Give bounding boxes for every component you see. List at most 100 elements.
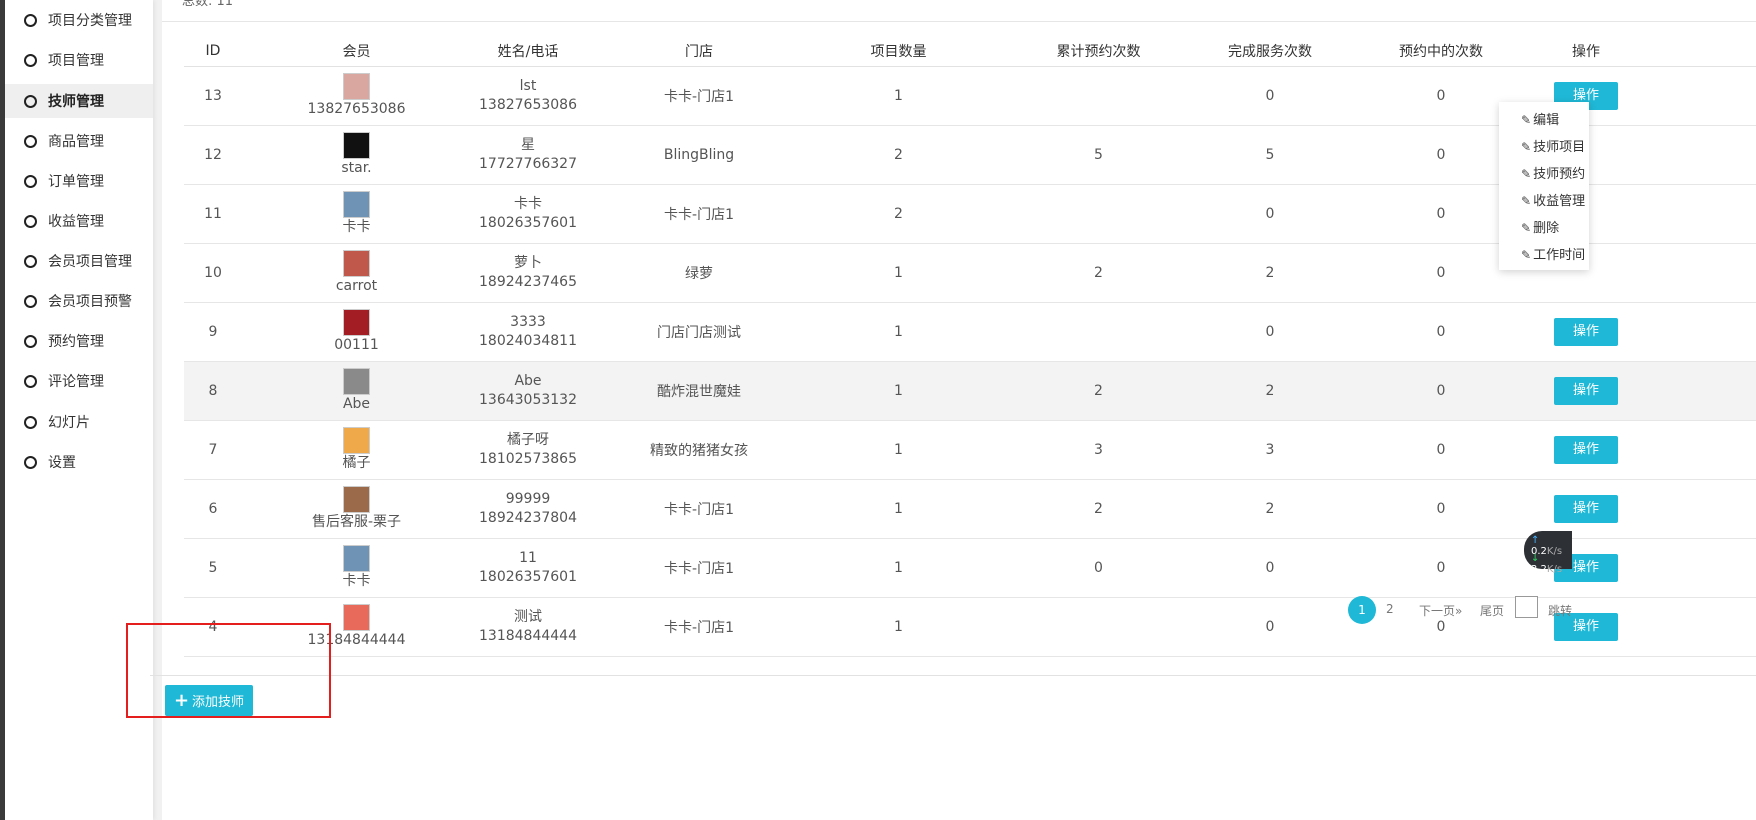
circle-bullet-icon — [24, 53, 37, 67]
cell-id: 11 — [184, 184, 242, 244]
col-header-id: ID — [184, 36, 242, 67]
cell-total-bookings — [984, 597, 1213, 657]
sidebar-item[interactable]: 幻灯片 — [5, 405, 153, 439]
cell-name-phone: 测试 13184844444 — [471, 597, 585, 657]
pagination-page-2[interactable]: 2 — [1386, 602, 1394, 616]
divider — [162, 21, 1756, 22]
member-name: 13827653086 — [307, 101, 406, 117]
network-speed-widget: ↑ 0.2K/s ↓ 2.2K/s — [1524, 531, 1572, 575]
operate-button[interactable]: 操作 — [1554, 377, 1618, 405]
cell-name-phone: 3333 18024034811 — [471, 302, 585, 362]
sidebar-item[interactable]: 会员项目预警 — [5, 284, 153, 318]
sidebar-item[interactable]: 评论管理 — [5, 364, 153, 398]
upload-arrow-icon: ↑ — [1531, 535, 1540, 546]
cell-project-count: 1 — [813, 302, 984, 362]
member-name: 卡卡 — [342, 219, 371, 235]
cell-member: 售后客服-栗子 — [242, 479, 471, 539]
sidebar-item-label: 项目分类管理 — [48, 13, 132, 29]
avatar — [343, 545, 370, 572]
cell-completed: 0 — [1213, 184, 1327, 244]
cell-project-count: 1 — [813, 420, 984, 480]
sidebar-item[interactable]: 项目分类管理 — [5, 3, 153, 37]
technician-name: 橘子呀 — [507, 432, 549, 448]
cell-name-phone: 萝卜 18924237465 — [471, 243, 585, 303]
technician-phone: 18924237804 — [479, 510, 577, 526]
operate-button[interactable]: 操作 — [1554, 318, 1618, 346]
circle-bullet-icon — [24, 334, 37, 348]
download-speed-value: 2.2 — [1531, 564, 1547, 575]
cell-store: 门店门店测试 — [585, 302, 813, 362]
technician-name: 测试 — [514, 609, 542, 625]
cell-member: 卡卡 — [242, 184, 471, 244]
sidebar-item[interactable]: 订单管理 — [5, 164, 153, 198]
highlight-annotation-box — [126, 623, 331, 718]
sidebar-item-label: 会员项目预警 — [48, 294, 132, 310]
dropdown-item-label: 技师预约 — [1533, 167, 1586, 182]
cell-store: 卡卡-门店1 — [585, 479, 813, 539]
dropdown-item[interactable]: ✎ 收益管理 — [1521, 190, 1585, 209]
technician-phone: 13827653086 — [479, 97, 577, 113]
dropdown-item[interactable]: ✎ 技师预约 — [1521, 163, 1586, 182]
avatar — [343, 73, 370, 100]
technician-name: Abe — [514, 373, 542, 389]
pagination-last[interactable]: 尾页 — [1480, 602, 1504, 619]
goto-page-input[interactable] — [1515, 596, 1538, 618]
cell-total-bookings: 5 — [984, 125, 1213, 185]
avatar — [343, 368, 370, 395]
circle-bullet-icon — [24, 294, 37, 308]
sidebar-item[interactable]: 预约管理 — [5, 324, 153, 358]
cell-member: 橘子 — [242, 420, 471, 480]
cell-project-count: 1 — [813, 479, 984, 539]
dropdown-item[interactable]: ✎ 工作时间 — [1521, 244, 1585, 263]
dropdown-item[interactable]: ✎ 技师项目 — [1521, 136, 1585, 155]
cell-name-phone: lst 13827653086 — [471, 66, 585, 126]
cell-total-bookings: 3 — [984, 420, 1213, 480]
sidebar-item[interactable]: 项目管理 — [5, 43, 153, 77]
cell-completed: 5 — [1213, 125, 1327, 185]
circle-bullet-icon — [24, 13, 37, 27]
member-name: 00111 — [334, 337, 379, 353]
cell-actions: 操作 — [1554, 538, 1756, 598]
operate-button[interactable]: 操作 — [1554, 436, 1618, 464]
sidebar-item[interactable]: 收益管理 — [5, 204, 153, 238]
cell-completed: 2 — [1213, 243, 1327, 303]
technician-name: 卡卡 — [514, 196, 542, 212]
dropdown-item-label: 编辑 — [1533, 113, 1560, 128]
table-row: 8 Abe Abe 13643053132 酷炸混世魔娃 1 2 2 0 操作 — [184, 361, 1756, 421]
cell-id: 10 — [184, 243, 242, 303]
pencil-icon: ✎ — [1521, 221, 1532, 235]
pagination-next[interactable]: 下一页» — [1419, 602, 1462, 619]
cell-id: 9 — [184, 302, 242, 362]
sidebar-item-label: 项目管理 — [48, 53, 104, 69]
pagination-goto[interactable]: 跳转 — [1548, 602, 1572, 619]
cell-actions: 操作 — [1554, 302, 1756, 362]
cell-store: 卡卡-门店1 — [585, 66, 813, 126]
pagination-page-1[interactable]: 1 — [1348, 596, 1376, 624]
sidebar-item[interactable]: 技师管理 — [5, 84, 153, 118]
cell-id: 12 — [184, 125, 242, 185]
dropdown-item[interactable]: ✎ 编辑 — [1521, 109, 1560, 128]
cell-completed: 0 — [1213, 538, 1327, 598]
cell-pending: 0 — [1327, 361, 1555, 421]
cell-actions: 操作 — [1554, 597, 1756, 657]
operate-button[interactable]: 操作 — [1554, 495, 1618, 523]
cell-completed: 0 — [1213, 66, 1327, 126]
sidebar-item[interactable]: 商品管理 — [5, 124, 153, 158]
cell-actions: 操作 — [1554, 420, 1756, 480]
circle-bullet-icon — [24, 94, 37, 108]
cell-project-count: 1 — [813, 361, 984, 421]
sidebar-item-label: 设置 — [48, 455, 76, 471]
cell-total-bookings: 2 — [984, 243, 1213, 303]
circle-bullet-icon — [24, 415, 37, 429]
technician-phone: 18924237465 — [479, 274, 577, 290]
dropdown-item[interactable]: ✎ 删除 — [1521, 217, 1559, 236]
pencil-icon: ✎ — [1521, 248, 1532, 262]
cell-name-phone: 星 17727766327 — [471, 125, 585, 185]
sidebar-item[interactable]: 设置 — [5, 445, 153, 479]
avatar — [343, 132, 370, 159]
cell-name-phone: Abe 13643053132 — [471, 361, 585, 421]
sidebar-item[interactable]: 会员项目管理 — [5, 244, 153, 278]
cell-project-count: 1 — [813, 243, 984, 303]
technician-phone: 13184844444 — [479, 628, 577, 644]
cell-member: star. — [242, 125, 471, 185]
